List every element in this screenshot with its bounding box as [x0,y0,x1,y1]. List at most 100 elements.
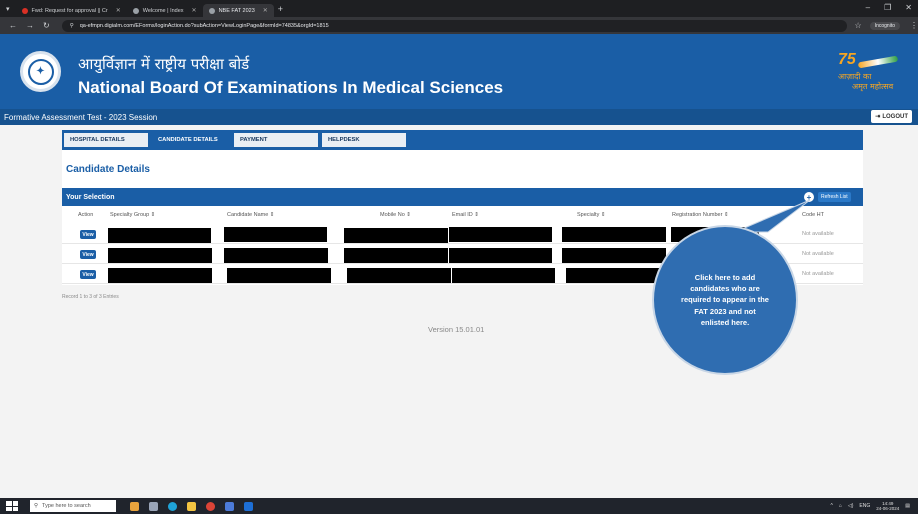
browser-tab-nbe-fat[interactable]: NBE FAT 2023 ✕ [202,4,274,17]
redacted-cell [449,248,552,263]
outlook-icon[interactable] [244,501,253,511]
site-header: ✦ आयुर्विज्ञान में राष्ट्रीय परीक्षा बोर… [0,34,918,109]
close-icon[interactable]: ✕ [263,7,268,14]
add-candidate-button[interactable]: + [804,192,814,202]
windows-start-icon[interactable] [6,501,18,511]
url-field[interactable]: ⚲ qa-efmpn.digialm.com/EForms/loginActio… [61,19,847,32]
redacted-cell [449,227,552,242]
view-button[interactable]: View [80,250,96,259]
records-info: Record 1 to 3 of 3 Entries [62,294,119,300]
col-specialty[interactable]: Specialty ⇕ [577,212,605,218]
chrome-icon[interactable] [206,501,215,511]
globe-icon [208,7,215,14]
window-controls: – ❐ ✕ [866,3,912,12]
address-bar: ← → ↻ ⚲ qa-efmpn.digialm.com/EForms/logi… [0,17,918,34]
close-icon[interactable]: ✕ [116,7,121,14]
nav-tabs: HOSPITAL DETAILS CANDIDATE DETAILS PAYME… [62,130,863,150]
help-callout: Click here to add candidates who are req… [652,225,798,375]
version-text: Version 15.01.01 [428,325,485,334]
redacted-cell [224,248,328,263]
view-button[interactable]: View [80,270,96,279]
page-title: Candidate Details [66,164,150,175]
session-bar: Formative Assessment Test - 2023 Session [0,109,918,125]
title-hindi: आयुर्विज्ञान में राष्ट्रीय परीक्षा बोर्ड [78,55,250,73]
tab-helpdesk[interactable]: HELPDESK [322,133,406,147]
network-icon[interactable]: ⌂ [839,503,842,509]
selection-title: Your Selection [66,193,115,201]
tab-search-icon[interactable]: ▾ [6,5,10,13]
menu-icon[interactable]: ⋮ [910,21,918,30]
browser-tab-welcome[interactable]: Welcome | Index ✕ [127,4,203,17]
logout-button[interactable]: ⇥ LOGOUT [871,110,912,123]
col-mobile-no[interactable]: Mobile No ⇕ [380,212,411,218]
title-english: National Board Of Examinations In Medica… [78,78,504,97]
clock[interactable]: 14:49 24-06-2024 [876,501,899,512]
redacted-cell [562,248,666,263]
nbems-logo: ✦ [20,51,61,92]
tab-label: NBE FAT 2023 [218,7,255,14]
widget-icon[interactable] [130,501,139,511]
badge-text-2: अमृत महोत्सव [852,82,894,91]
tab-payment[interactable]: PAYMENT [234,133,318,147]
close-window-icon[interactable]: ✕ [905,3,912,12]
view-button[interactable]: View [80,230,96,239]
incognito-badge[interactable]: Incognito [869,21,900,30]
redacted-cell [347,268,451,283]
redacted-cell [452,268,555,283]
notification-icon[interactable]: ▤ [905,503,910,509]
code-ht-value: Not available [802,271,834,277]
clock-date: 24-06-2024 [876,506,900,511]
globe-icon [132,7,139,14]
volume-icon[interactable]: ◁) [848,503,854,509]
session-title: Formative Assessment Test - 2023 Session [4,112,158,122]
minimize-icon[interactable]: – [866,3,870,12]
taskbar-search-input[interactable]: ⚲ Type here to search [30,500,116,512]
col-action: Action [78,212,94,218]
search-icon: ⚲ [34,503,39,509]
reload-icon[interactable]: ↻ [43,21,50,30]
redacted-cell [108,268,212,283]
close-icon[interactable]: ✕ [192,7,197,14]
edge-icon[interactable] [168,501,177,511]
browser-tab-gmail[interactable]: Fwd: Request for approval || Cr ✕ [16,4,127,17]
teams-icon[interactable] [225,501,234,511]
back-icon[interactable]: ← [9,21,17,30]
redacted-cell [344,248,448,263]
redacted-cell [108,228,211,243]
col-candidate-name[interactable]: Candidate Name ⇕ [227,212,274,218]
file-explorer-icon[interactable] [187,501,196,511]
col-registration-number[interactable]: Registration Number ⇕ [672,212,729,218]
windows-taskbar: ⚲ Type here to search ^ ⌂ ◁) ENG 14:49 2… [0,498,918,514]
forward-icon[interactable]: → [26,21,34,30]
azadi-ka-amrit-mahotsav-logo: 75 आज़ादी का अमृत महोत्सव [818,49,910,93]
taskbar-apps [130,501,253,511]
refresh-list-button[interactable]: Refresh List [818,192,851,202]
bookmark-star-icon[interactable]: ☆ [855,21,862,30]
col-specialty-group[interactable]: Specialty Group ⇕ [110,212,155,218]
maximize-icon[interactable]: ❐ [884,3,891,12]
new-tab-button[interactable]: + [278,4,283,14]
col-code-ht: Code HT [802,212,825,218]
gmail-icon [21,7,28,14]
badge-number: 75 [838,51,856,68]
site-info-icon[interactable]: ⚲ [70,23,74,29]
selection-bar: Your Selection [62,188,863,206]
logout-label: LOGOUT [882,113,908,120]
redacted-cell [227,268,331,283]
emblem-icon: ✦ [27,58,54,85]
url-text: qa-efmpn.digialm.com/EForms/loginAction.… [79,22,329,29]
chevron-up-icon[interactable]: ^ [830,503,832,509]
tab-label: Welcome | Index [142,7,184,14]
language-indicator[interactable]: ENG [859,503,870,509]
task-view-icon[interactable] [149,501,158,511]
tab-candidate-details[interactable]: CANDIDATE DETAILS [152,133,230,147]
browser-tabbar: ▾ Fwd: Request for approval || Cr ✕ Welc… [0,0,918,17]
tab-label: Fwd: Request for approval || Cr [31,7,108,14]
tricolor-swoosh-icon [857,55,899,69]
col-email-id[interactable]: Email ID ⇕ [452,212,479,218]
callout-text: Click here to add candidates who are req… [681,272,769,327]
code-ht-value: Not available [802,251,834,257]
system-tray: ^ ⌂ ◁) ENG 14:49 24-06-2024 ▤ [830,498,910,514]
redacted-cell [108,248,212,263]
tab-hospital-details[interactable]: HOSPITAL DETAILS [64,133,148,147]
